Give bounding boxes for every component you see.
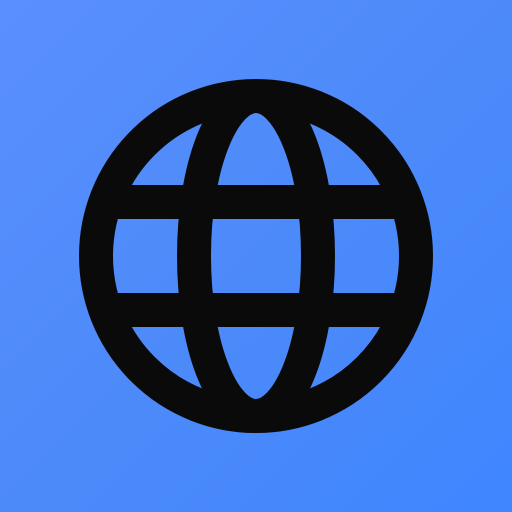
globe-outer-ring [79, 79, 433, 433]
globe-icon [79, 79, 433, 433]
app-icon-tile[interactable] [0, 0, 512, 512]
globe-meridian [177, 96, 335, 416]
